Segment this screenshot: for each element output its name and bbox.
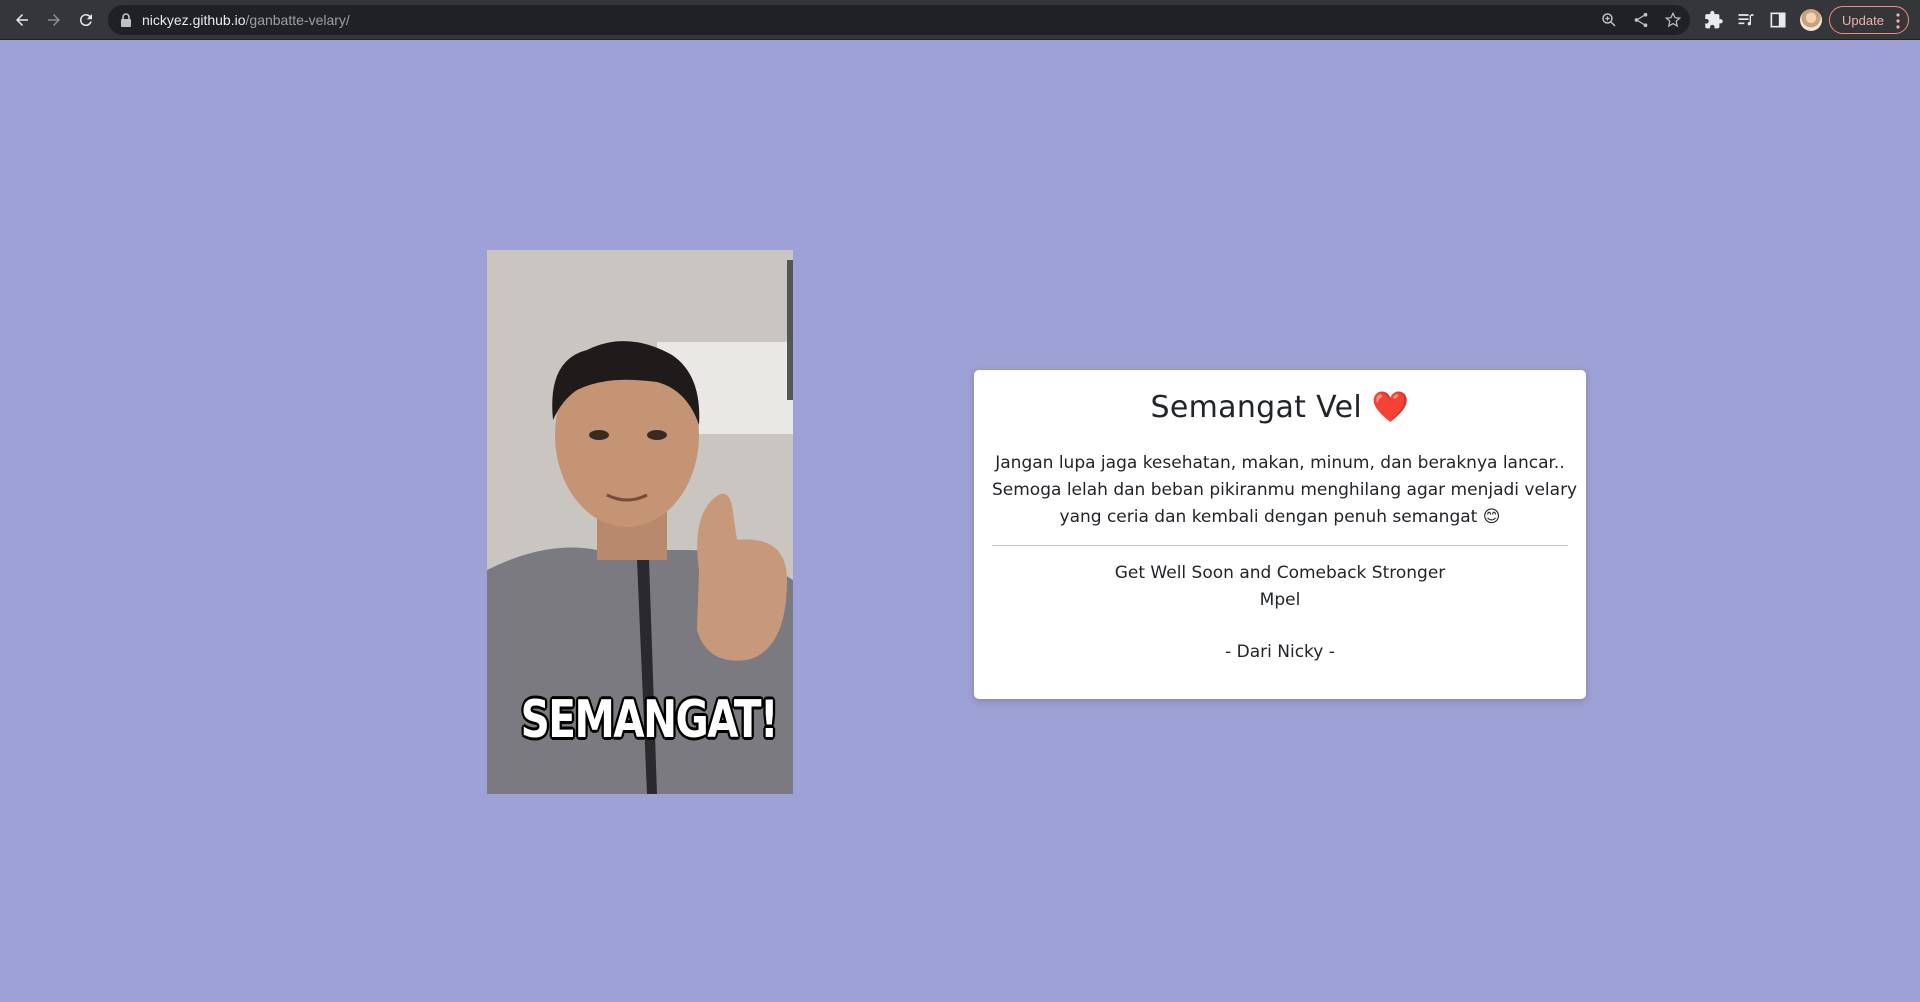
arrow-left-icon [16, 14, 28, 26]
message-line: Semoga lelah dan beban pikiranmu menghil… [992, 480, 1578, 500]
semangat-photo: SEMANGAT! [487, 250, 793, 794]
card-title: Semangat Vel ❤️ [992, 388, 1568, 428]
forward-button[interactable] [42, 8, 66, 32]
more-vert-icon [1896, 13, 1900, 29]
update-label: Update [1842, 12, 1884, 28]
share-icon [1634, 12, 1648, 28]
card-message: Jangan lupa jaga kesehatan, makan, minum… [992, 450, 1578, 531]
reload-button[interactable] [74, 8, 98, 32]
reload-icon [79, 14, 92, 27]
signoff-line: Get Well Soon and Comeback Stronger [1114, 563, 1446, 583]
puzzle-icon [1705, 10, 1723, 29]
url-text: nickyez.github.io/ganbatte-velary/ [142, 11, 350, 29]
update-button[interactable]: Update [1829, 6, 1909, 34]
url-host: nickyez.github.io [142, 12, 246, 28]
url-path: /ganbatte-velary/ [245, 12, 350, 28]
side-panel-icon [1770, 12, 1786, 28]
media-list-icon [1738, 14, 1754, 26]
lock-icon [121, 13, 131, 27]
browser-toolbar: nickyez.github.io/ganbatte-velary/ Updat… [0, 0, 1920, 40]
card-from: - Dari Nicky - [1225, 642, 1335, 662]
profile-avatar[interactable] [1800, 9, 1822, 31]
share-button[interactable] [1632, 11, 1650, 29]
zoom-icon [1602, 13, 1616, 27]
side-panel-button[interactable] [1768, 10, 1788, 30]
extensions-button[interactable] [1704, 10, 1724, 30]
address-bar[interactable]: nickyez.github.io/ganbatte-velary/ [108, 5, 1690, 35]
back-button[interactable] [10, 8, 34, 32]
message-line: Jangan lupa jaga kesehatan, makan, minum… [995, 453, 1565, 473]
reading-list-button[interactable] [1736, 10, 1756, 30]
arrow-right-icon [48, 14, 60, 26]
message-line: yang ceria dan kembali dengan penuh sema… [1059, 507, 1501, 527]
message-card: Semangat Vel ❤️ Jangan lupa jaga kesehat… [974, 370, 1586, 699]
star-icon [1664, 11, 1682, 28]
card-title-text: Semangat Vel [1150, 390, 1362, 425]
zoom-button[interactable] [1600, 11, 1618, 29]
card-signoff: Get Well Soon and Comeback Stronger Mpel [992, 560, 1568, 614]
heart-icon: ❤️ [1371, 390, 1410, 425]
card-divider [992, 545, 1568, 546]
signoff-line: Mpel [1259, 590, 1301, 610]
photo-caption: SEMANGAT! [520, 690, 779, 750]
bookmark-button[interactable] [1664, 11, 1682, 29]
